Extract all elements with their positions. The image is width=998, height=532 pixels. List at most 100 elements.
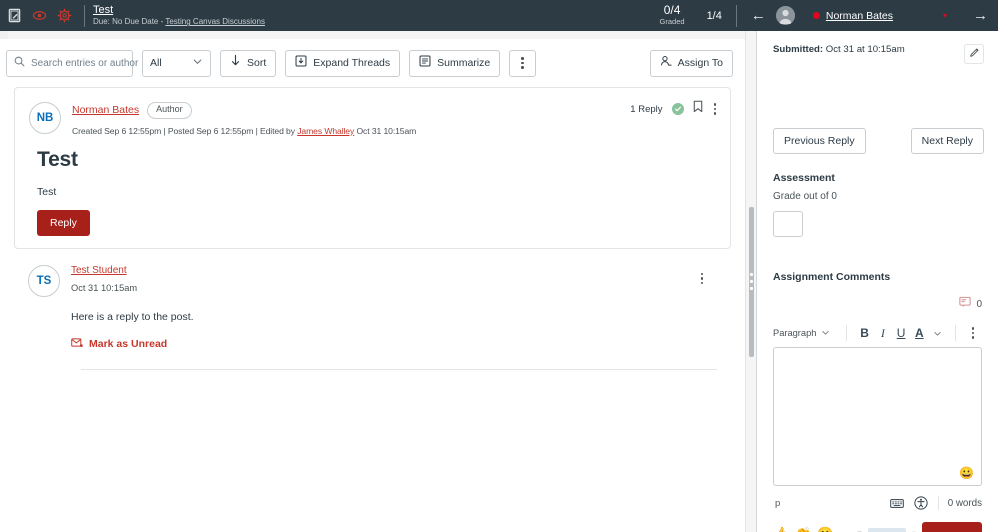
post-author-link[interactable]: Norman Bates (72, 104, 139, 116)
mark-read-icon[interactable] (671, 103, 684, 115)
previous-reply-button[interactable]: Previous Reply (773, 128, 866, 154)
assignment-title-link[interactable]: Test (93, 4, 265, 16)
post-body: Test (37, 185, 57, 198)
resizer-grip-icon (748, 206, 754, 357)
chevron-down-icon[interactable]: ▾ (943, 11, 947, 20)
expand-icon (295, 54, 307, 72)
summarize-button[interactable]: Summarize (409, 49, 501, 77)
submitted-value: Oct 31 at 10:15am (823, 44, 905, 55)
reply-author-link[interactable]: Test Student (71, 265, 137, 276)
editor-more-options-button[interactable] (964, 324, 982, 343)
reply-navigation: Previous Reply Next Reply (757, 128, 998, 154)
grade-label: Grade out of 0 (773, 191, 837, 202)
clap-icon[interactable]: 👏 (795, 527, 811, 532)
expand-threads-label: Expand Threads (313, 57, 391, 69)
student-name[interactable]: Norman Bates (826, 10, 893, 22)
word-count: 0 words (947, 497, 982, 509)
thumbs-up-icon[interactable]: 👍 (773, 527, 789, 532)
bold-button[interactable]: B (855, 324, 873, 343)
post-created-posted: Created Sep 6 12:55pm | Posted Sep 6 12:… (72, 125, 298, 136)
comment-count: 0 (976, 298, 982, 310)
rich-content-editor: Paragraph B I U A 😀 p 0 words (773, 319, 982, 511)
assign-user-icon (660, 54, 672, 72)
grade-input[interactable] (773, 211, 803, 237)
underline-button[interactable]: U (892, 324, 910, 343)
post-kebab-icon[interactable] (712, 101, 719, 117)
top-header-bar: Test Due: No Due Date - Testing Canvas D… (0, 0, 998, 31)
student-position: 1/4 (706, 9, 722, 22)
student-avatar[interactable] (775, 6, 795, 25)
accessibility-checker-icon[interactable] (913, 495, 929, 511)
kebab-icon (970, 325, 977, 341)
assignment-comments-heading: Assignment Comments (773, 271, 891, 283)
sort-button[interactable]: Sort (220, 49, 277, 77)
student-selector[interactable]: Norman Bates (812, 10, 893, 22)
post-title: Test (37, 147, 78, 171)
element-path: p (775, 497, 781, 509)
filter-value: All (150, 57, 162, 69)
student-nav: ← Norman Bates ▾ → (751, 6, 998, 25)
assignment-title-block: Test Due: No Due Date - Testing Canvas D… (93, 4, 265, 27)
search-input[interactable]: Search entries or author (6, 49, 138, 77)
chevron-down-icon[interactable]: ▾ (912, 529, 916, 532)
comment-bubble-icon (959, 295, 972, 313)
paragraph-format-label: Paragraph (773, 328, 817, 338)
bookmark-icon[interactable] (693, 100, 703, 118)
reply-actions (699, 271, 706, 287)
toolbar-divider-2 (954, 325, 956, 341)
envelope-icon (71, 335, 83, 353)
italic-label: I (880, 326, 885, 340)
search-icon (14, 54, 25, 72)
post-edited-time: Oct 31 10:15am (354, 125, 417, 136)
eye-icon[interactable] (31, 8, 47, 24)
paragraph-format-select[interactable]: Paragraph (773, 324, 838, 342)
reply-kebab-icon[interactable] (699, 271, 706, 287)
next-student-icon[interactable]: → (973, 8, 988, 23)
italic-button[interactable]: I (874, 324, 892, 343)
graded-counter: 0/4 Graded (660, 3, 707, 26)
text-color-label: A (915, 326, 924, 340)
gear-icon[interactable] (56, 8, 72, 24)
secondary-action-button[interactable] (867, 528, 906, 532)
expand-threads-button[interactable]: Expand Threads (285, 49, 401, 77)
attachment-icon[interactable]: ● (846, 529, 851, 532)
post-author-row: Norman Bates Author (72, 102, 716, 119)
more-options-button[interactable] (509, 49, 537, 77)
submitted-label: Submitted: (773, 44, 824, 55)
left-rail (0, 31, 8, 39)
text-color-button[interactable]: A (910, 324, 928, 343)
status-divider (937, 496, 939, 510)
text-color-chevron-down-icon[interactable] (929, 324, 947, 343)
editor-toolbar: Paragraph B I U A (773, 319, 982, 347)
discussion-scroll-area[interactable]: NB Norman Bates Author Created Sep 6 12:… (0, 87, 745, 532)
reply-count: 1 Reply (630, 103, 663, 115)
submission-status-row: Submitted: Oct 31 at 10:15am (757, 31, 998, 64)
reply-divider (81, 368, 717, 370)
keyboard-shortcuts-icon[interactable] (889, 495, 905, 511)
course-link[interactable]: Testing Canvas Discussions (165, 17, 265, 26)
post-editor-link[interactable]: James Whalley (297, 126, 354, 136)
kebab-icon (519, 55, 526, 71)
sort-label: Sort (247, 57, 267, 69)
assign-to-button[interactable]: Assign To (649, 49, 733, 77)
speedgrader-icon[interactable] (6, 8, 22, 24)
media-icon[interactable]: ■ (857, 529, 862, 532)
reply-button[interactable]: Reply (37, 209, 90, 236)
filter-select[interactable]: All (142, 49, 211, 77)
main-body: Search entries or author All Sort Expand… (0, 31, 998, 532)
assessment-heading: Assessment (773, 172, 835, 184)
assessment-section: Assessment Grade out of 0 (757, 172, 998, 237)
comment-textarea[interactable]: 😀 (773, 347, 982, 486)
panel-resizer[interactable] (745, 31, 757, 532)
smiley-icon[interactable]: 😀 (817, 527, 833, 532)
submit-comment-button[interactable] (922, 522, 982, 532)
grading-panel: Submitted: Oct 31 at 10:15am Previous Re… (757, 31, 998, 532)
chevron-down-icon (192, 54, 203, 72)
previous-student-icon[interactable]: ← (751, 8, 766, 23)
status-dot-icon (812, 12, 820, 19)
next-reply-button[interactable]: Next Reply (910, 128, 984, 154)
bold-label: B (860, 326, 869, 340)
mark-as-unread-button[interactable]: Mark as Unread (71, 335, 731, 353)
edit-submission-button[interactable] (964, 44, 984, 64)
emoji-picker-icon[interactable]: 😀 (959, 466, 974, 480)
